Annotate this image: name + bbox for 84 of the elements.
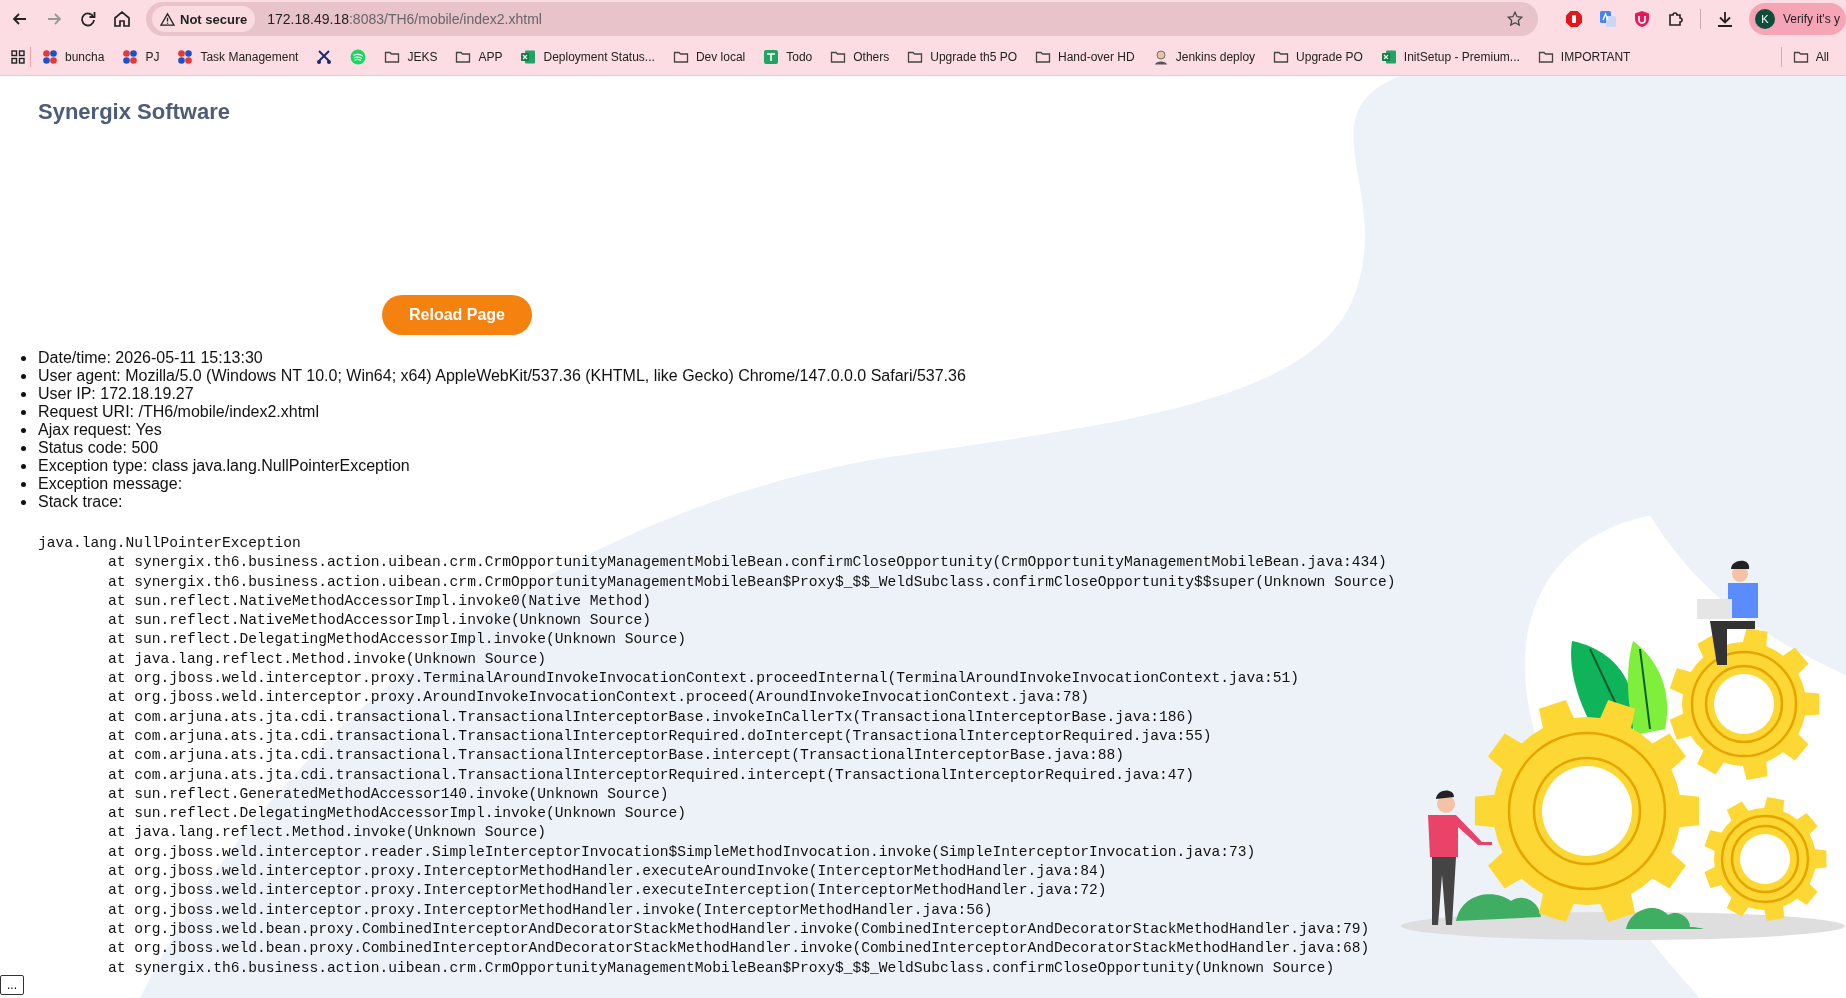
reload-icon[interactable] <box>78 9 98 29</box>
spreadsheet-icon <box>520 48 537 65</box>
bullet-icon <box>21 427 26 433</box>
bookmark-item[interactable]: APP <box>448 45 510 68</box>
home-icon[interactable] <box>112 9 132 29</box>
profile-chip[interactable]: K Verify it's y <box>1749 3 1846 35</box>
stack-trace-line: at com.arjuna.ats.jta.cdi.transactional.TransactionalInterceptorRequired.doIntercept(TransactionalInterceptorRequired.java:55) <box>107 726 1213 746</box>
dots-icon <box>122 48 139 65</box>
stack-trace-line: at java.lang.reflect.Method.invoke(Unknown Source) <box>107 649 547 669</box>
bullet-icon <box>21 445 26 451</box>
dots-icon <box>177 48 194 65</box>
info-line: User IP: 172.18.19.27 <box>38 385 194 403</box>
info-line: Ajax request: Yes <box>38 421 162 439</box>
info-line: Request URI: /TH6/mobile/index2.xhtml <box>38 403 319 421</box>
bullet-icon <box>21 463 26 469</box>
checklist-icon <box>763 48 780 65</box>
info-line: Status code: 500 <box>38 439 159 457</box>
bookmark-item[interactable]: Hand-over HD <box>1028 45 1142 68</box>
stack-trace-line: java.lang.NullPointerException <box>38 534 302 553</box>
stack-trace-line: at java.lang.reflect.Method.invoke(Unknown Source) <box>107 823 547 843</box>
bookmark-item[interactable]: buncha <box>35 45 112 68</box>
spreadsheet-icon <box>1380 48 1397 65</box>
bookmark-item[interactable]: All <box>1785 45 1836 68</box>
bookmark-item[interactable]: InitSetup - Premium... <box>1373 45 1527 68</box>
bookmark-item[interactable]: PJ <box>115 45 167 68</box>
stack-trace-line: at org.jboss.weld.interceptor.reader.SimpleInterceptorInvocation$SimpleMethodInvocation.invoke(SimpleInterceptorInvocation.java:73) <box>107 842 1257 862</box>
page-title: Synergix Software <box>38 99 231 125</box>
stack-trace-line: at org.jboss.weld.bean.proxy.CombinedInterceptorAndDecoratorStackMethodHandler.invoke(CombinedInterceptorAndDecoratorStackMethodHandler.java:79) <box>107 919 1371 939</box>
url-text: 172.18.49.18:8083/TH6/mobile/index2.xhtml <box>267 11 543 27</box>
stack-trace-line: at org.jboss.weld.interceptor.proxy.InterceptorMethodHandler.executeInterception(InterceptorMethodHandler.java:72) <box>107 881 1108 901</box>
stack-trace-line: at com.arjuna.ats.jta.cdi.transactional.TransactionalInterceptorBase.invokeInCallerTx(TransactionalInterceptorBase.java:186) <box>107 707 1195 727</box>
stack-trace-line: at synergix.th6.business.action.uibean.crm.CrmOpportunityManagementMobileBean$Proxy$_$$_WeldSubclass.confirmCloseOpportunity$$super(Unknown Source) <box>107 572 1397 592</box>
stack-trace-line: at sun.reflect.NativeMethodAccessorImpl.invoke0(Native Method) <box>107 591 653 611</box>
bullet-icon <box>21 481 26 487</box>
bookmark-star-icon[interactable] <box>1506 10 1524 28</box>
stack-trace-line: at sun.reflect.DelegatingMethodAccessorImpl.invoke(Unknown Source) <box>107 630 688 650</box>
stack-trace-line: at synergix.th6.business.action.uibean.crm.CrmOpportunityManagementMobileBean$Proxy$_$$_WeldSubclass.confirmCloseOpportunity(Unknown Source) <box>107 958 1336 978</box>
bullet-icon <box>21 355 26 361</box>
security-chip[interactable]: Not secure <box>152 6 256 32</box>
stack-trace-line: at com.arjuna.ats.jta.cdi.transactional.TransactionalInterceptorBase.intercept(TransactionalInterceptorBase.java:88) <box>107 746 1125 766</box>
bookmark-item[interactable]: Deployment Status... <box>513 45 662 68</box>
scissors-icon <box>316 48 333 65</box>
stack-trace-line: at org.jboss.weld.interceptor.proxy.InterceptorMethodHandler.executeAroundInvoke(InterceptorMethodHandler.java:84) <box>107 862 1108 882</box>
music-logo-icon <box>350 48 367 65</box>
stack-trace-line: at org.jboss.weld.interceptor.proxy.AroundInvokeInvocationContext.proceed(AroundInvokeInvocationContext.java:78) <box>107 688 1090 708</box>
bullet-icon <box>21 391 26 397</box>
profile-label: Verify it's y <box>1783 12 1840 26</box>
stack-trace-line: at sun.reflect.NativeMethodAccessorImpl.invoke(Unknown Source) <box>107 611 653 631</box>
extensions-icon[interactable] <box>1666 9 1686 29</box>
dots-icon <box>42 48 58 65</box>
bookmark-item[interactable]: IMPORTANT <box>1530 45 1638 68</box>
stack-trace-line: at org.jboss.weld.interceptor.proxy.InterceptorMethodHandler.invoke(InterceptorMethodHandler.java:56) <box>107 900 994 920</box>
bullet-icon <box>21 409 26 415</box>
stop-sign-icon[interactable] <box>1564 9 1584 29</box>
bookmark-item[interactable]: JEKS <box>377 45 445 68</box>
shield-icon[interactable] <box>1632 9 1652 29</box>
stack-trace-line: at org.jboss.weld.interceptor.proxy.TerminalAroundInvokeInvocationContext.proceedInternal(TerminalAroundInvokeInvocationContext.java:51) <box>107 669 1301 689</box>
info-line: Stack trace: <box>38 493 123 511</box>
stack-trace-line: at org.jboss.weld.bean.proxy.CombinedInterceptorAndDecoratorStackMethodHandler.invoke(CombinedInterceptorAndDecoratorStackMethodHandler.java:68) <box>107 939 1371 959</box>
more-button[interactable]: ... <box>0 975 24 995</box>
apps-grid-icon[interactable] <box>10 48 26 65</box>
stack-trace-line: at sun.reflect.GeneratedMethodAccessor140.invoke(Unknown Source) <box>107 784 670 804</box>
info-line: Date/time: 2026-05-11 15:13:30 <box>38 349 263 367</box>
download-icon[interactable] <box>1715 9 1735 29</box>
person-icon <box>1152 48 1169 65</box>
profile-avatar: K <box>1755 9 1775 29</box>
info-line: Exception message: <box>38 475 183 493</box>
bookmark-item[interactable]: Others <box>823 45 897 68</box>
bookmark-item[interactable]: Task Management <box>170 45 306 68</box>
bullet-icon <box>21 499 26 505</box>
bookmark-item[interactable]: Dev local <box>665 45 753 68</box>
warning-icon <box>160 11 175 27</box>
stack-trace-line: at com.arjuna.ats.jta.cdi.transactional.TransactionalInterceptorRequired.intercept(TransactionalInterceptorRequired.java:47) <box>107 765 1195 785</box>
stack-trace-line: at sun.reflect.DelegatingMethodAccessorImpl.invoke(Unknown Source) <box>107 804 688 824</box>
bookmark-item[interactable]: Upgrade PO <box>1266 45 1370 68</box>
stack-trace-line: at synergix.th6.business.action.uibean.crm.CrmOpportunityManagementMobileBean.confirmCloseOpportunity(CrmOpportunityManagementMobileBean.java:434) <box>107 553 1388 573</box>
info-line: Exception type: class java.lang.NullPointerException <box>38 457 410 475</box>
bullet-icon <box>21 373 26 379</box>
translate-icon[interactable] <box>1598 9 1618 29</box>
info-line: User agent: Mozilla/5.0 (Windows NT 10.0; Win64; x64) AppleWebKit/537.36 (KHTML, like Gecko) Chrome/147.0.0.0 Safari/537.36 <box>38 367 966 385</box>
bookmark-item[interactable]: Todo <box>756 45 820 68</box>
address-bar[interactable]: Not secure 172.18.49.18:8083/TH6/mobile/index2.xhtml <box>146 2 1538 36</box>
bookmark-item[interactable]: Jenkins deploy <box>1145 45 1263 68</box>
bookmark-item[interactable]: Upgrade th5 PO <box>900 45 1024 68</box>
